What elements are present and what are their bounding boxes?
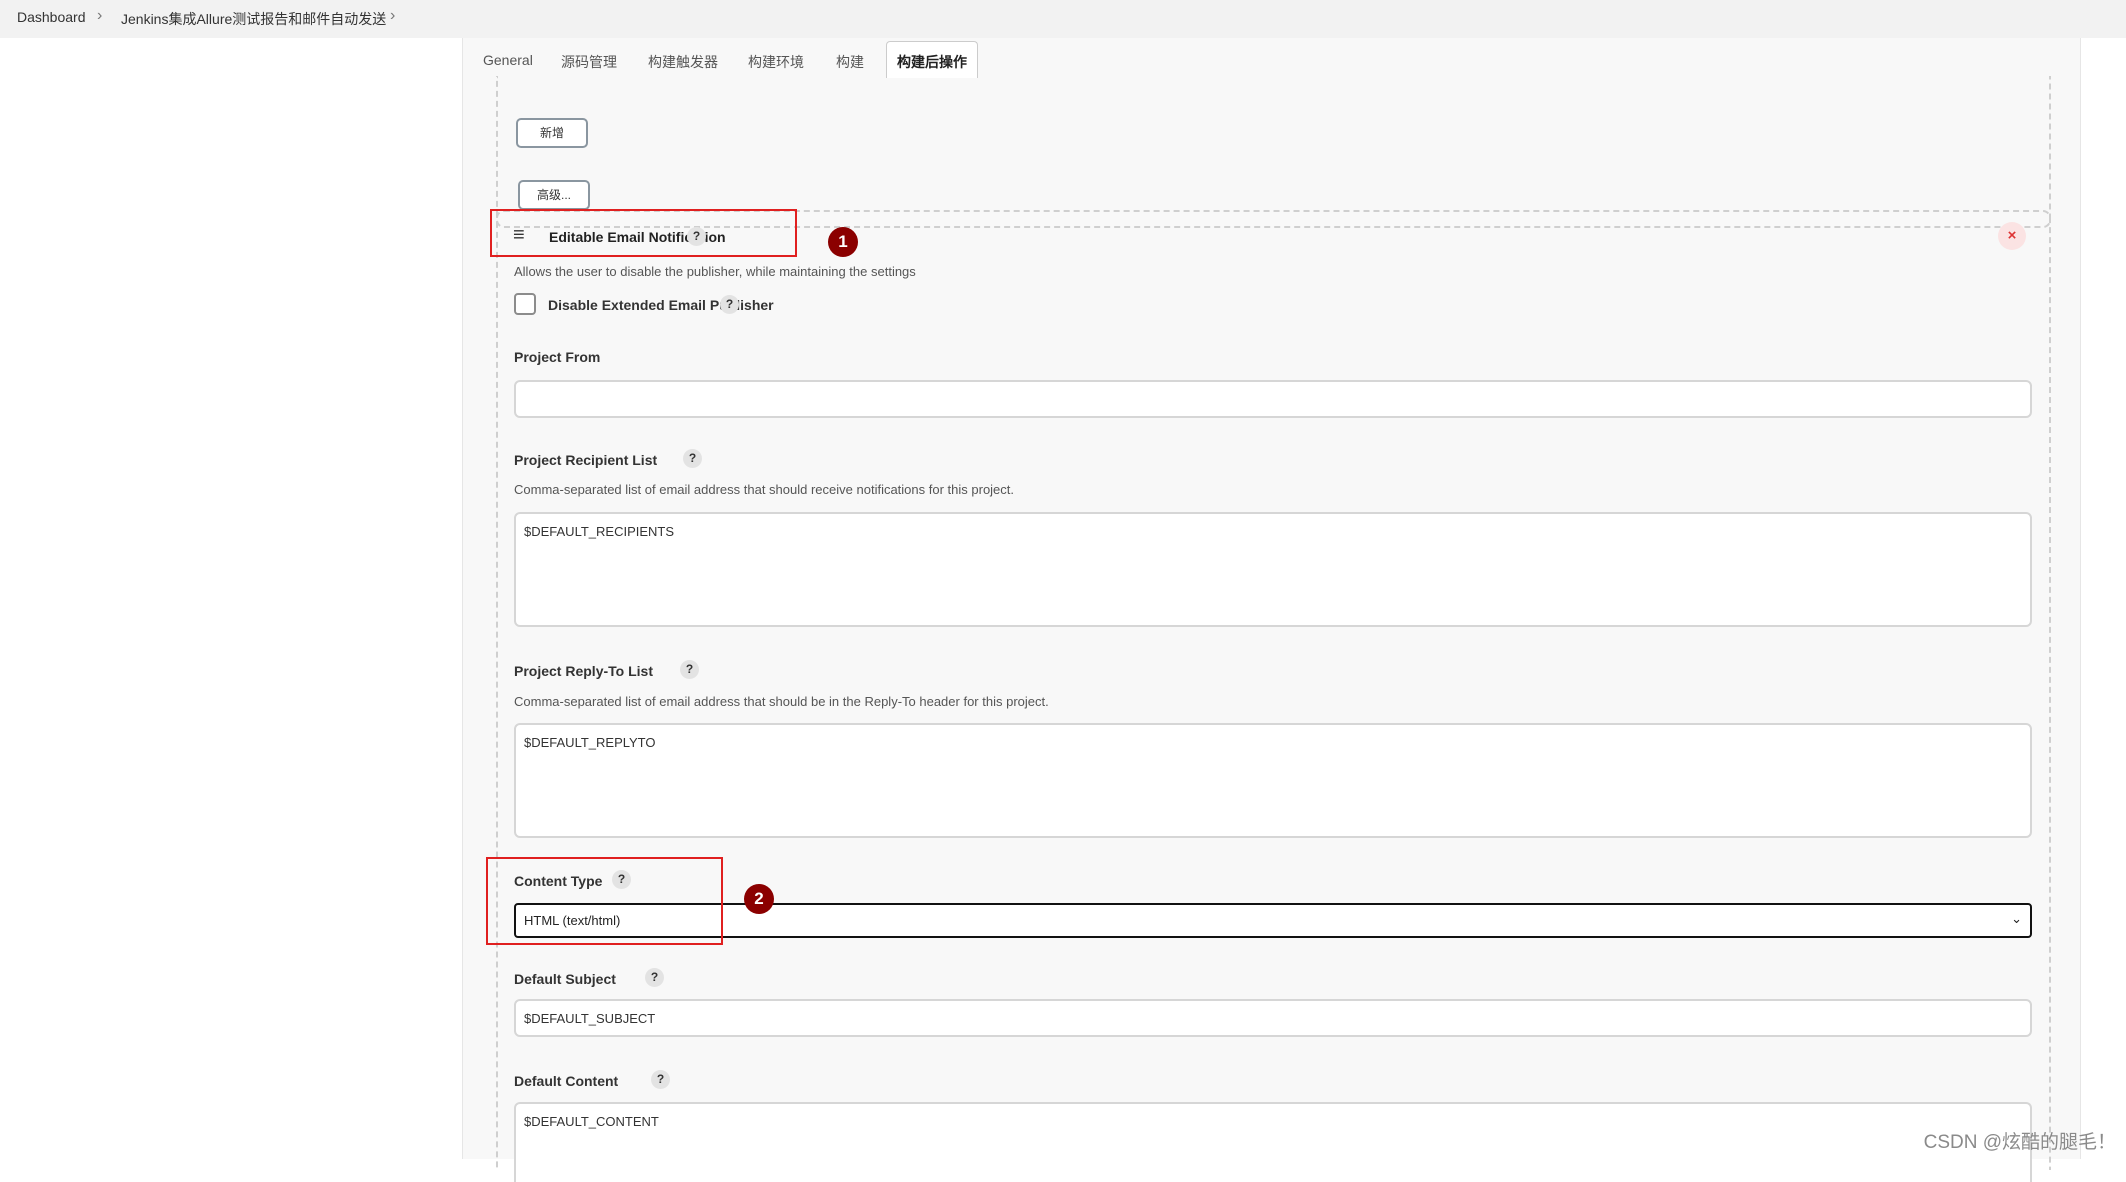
email-notification-section: ≡ Editable Email Notification ? × Allows… [496,210,2051,1182]
tab-general[interactable]: General [483,52,533,68]
reply-to-description: Comma-separated list of email address th… [514,694,1049,709]
help-icon[interactable]: ? [651,1070,670,1089]
help-icon[interactable]: ? [683,449,702,468]
reply-to-label: Project Reply-To List [514,663,653,679]
default-content-label: Default Content [514,1073,619,1089]
config-tabs: General 源码管理 构建触发器 构建环境 构建 构建后操作 [463,38,2082,78]
previous-publisher-section: 新增 高级... [496,76,2051,228]
disable-publisher-checkbox[interactable] [514,293,536,315]
help-icon[interactable]: ? [645,968,664,987]
breadcrumb-dashboard[interactable]: Dashboard [17,9,86,25]
help-icon[interactable]: ? [680,660,699,679]
content-type-select[interactable]: HTML (text/html) ⌄ [514,903,2032,938]
project-from-label: Project From [514,349,601,365]
default-subject-input[interactable]: $DEFAULT_SUBJECT [514,999,2032,1037]
advanced-button[interactable]: 高级... [518,180,590,210]
help-icon[interactable]: ? [720,295,739,314]
watermark: CSDN @炫酷的腿毛！ [1923,1132,2116,1153]
annotation-box-2 [486,857,723,945]
annotation-badge-1: 1 [828,227,858,257]
chevron-down-icon: ⌄ [2011,911,2022,926]
tab-post-build[interactable]: 构建后操作 [886,41,978,78]
project-from-input[interactable] [514,380,2032,418]
tab-scm[interactable]: 源码管理 [561,52,617,72]
close-icon[interactable]: × [1998,222,2026,250]
chevron-right-icon[interactable]: › [390,7,395,25]
reply-to-textarea[interactable]: $DEFAULT_REPLYTO [514,723,2032,838]
add-button[interactable]: 新增 [516,118,588,148]
recipient-list-label: Project Recipient List [514,452,658,468]
breadcrumb-job[interactable]: Jenkins集成Allure测试报告和邮件自动发送 [121,9,386,29]
tab-build[interactable]: 构建 [836,52,864,72]
chevron-right-icon: › [97,7,103,24]
breadcrumb: Dashboard › Jenkins集成Allure测试报告和邮件自动发送 › [0,0,2126,38]
annotation-box-1 [490,209,797,257]
recipient-list-textarea[interactable]: $DEFAULT_RECIPIENTS [514,512,2032,627]
section-description: Allows the user to disable the publisher… [514,264,916,279]
annotation-badge-2: 2 [744,884,774,914]
default-content-textarea[interactable]: $DEFAULT_CONTENT [514,1102,2032,1182]
tab-build-env[interactable]: 构建环境 [748,52,804,72]
disable-publisher-label: Disable Extended Email Publisher [548,297,774,313]
job-config-panel: General 源码管理 构建触发器 构建环境 构建 构建后操作 新增 高级..… [462,38,2082,1182]
default-subject-label: Default Subject [514,971,616,987]
recipient-list-description: Comma-separated list of email address th… [514,482,1015,497]
tab-triggers[interactable]: 构建触发器 [648,52,718,72]
